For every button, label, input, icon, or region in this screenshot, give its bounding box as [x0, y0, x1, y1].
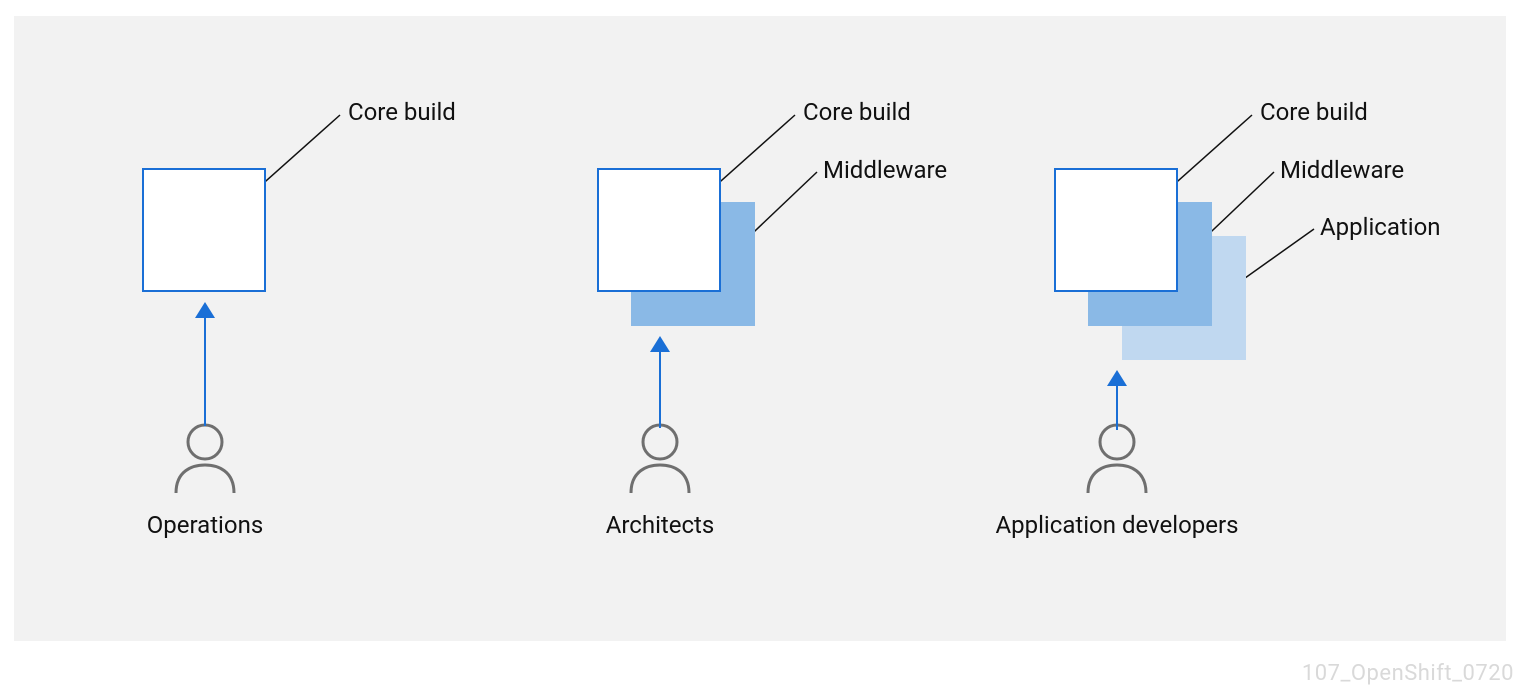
- column-application-developers: Core build Middleware Application Applic…: [1008, 16, 1506, 641]
- label-core-build: Core build: [1260, 98, 1368, 126]
- label-middleware: Middleware: [1280, 156, 1404, 184]
- person-icon: [627, 423, 693, 495]
- core-build-box: [142, 168, 266, 292]
- label-core-build: Core build: [803, 98, 911, 126]
- label-middleware: Middleware: [823, 156, 947, 184]
- role-label: Architects: [460, 511, 860, 539]
- column-operations: Core build Operations: [14, 16, 511, 641]
- column-architects: Core build Middleware Architects: [511, 16, 1008, 641]
- watermark-text: 107_OpenShift_0720: [1302, 661, 1514, 686]
- core-build-box: [597, 168, 721, 292]
- role-label: Operations: [5, 511, 405, 539]
- core-build-box: [1054, 168, 1178, 292]
- person-icon: [1084, 423, 1150, 495]
- label-core-build: Core build: [348, 98, 456, 126]
- label-application: Application: [1320, 213, 1441, 241]
- role-label: Application developers: [917, 511, 1317, 539]
- diagram-canvas: Core build Operations Core build Middlew…: [14, 16, 1506, 641]
- person-icon: [172, 423, 238, 495]
